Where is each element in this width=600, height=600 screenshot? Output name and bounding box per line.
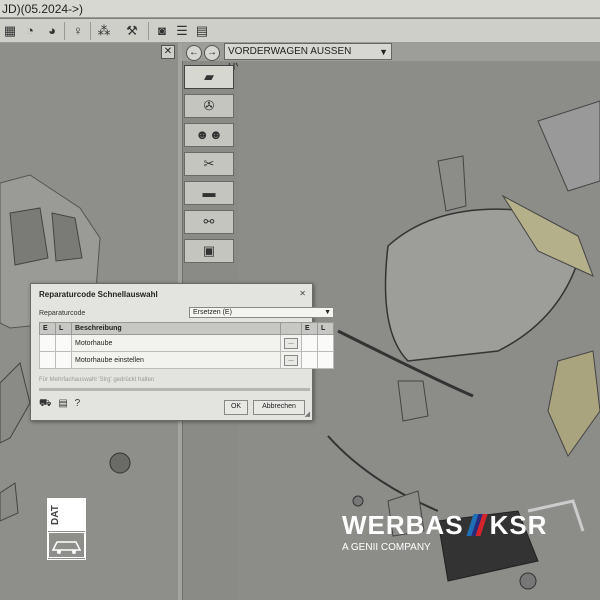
toolbar-separator (64, 22, 65, 40)
back-icon[interactable]: ← (186, 45, 202, 61)
grid-icon[interactable]: ⁂ (96, 23, 112, 39)
windshield-part (537, 100, 600, 192)
battery-icon: ▬ (202, 185, 216, 200)
repair-code-dialog: Reparaturcode Schnellauswahl ✕ Reparatur… (30, 283, 334, 421)
parts-icon[interactable]: ▦ (2, 23, 18, 39)
more-button[interactable]: ... (284, 337, 298, 349)
car-icon[interactable]: ⛟ (39, 398, 52, 409)
camera-icon[interactable]: ◙ (154, 23, 170, 39)
brand-subtitle: A GENII COMPANY (342, 542, 431, 553)
toolbar: ▦ ◔ ◕ ♀ ⁂ ⚒ ◙ ☰ ▤ (0, 19, 600, 43)
body-part-category-button[interactable]: ▰ (184, 65, 234, 89)
spray-gun-icon: ✇ (203, 98, 215, 113)
lamp-icon[interactable]: ♀ (70, 23, 86, 39)
close-icon[interactable]: ✕ (299, 289, 306, 298)
window-title-bar: JD)(05.2024->) (0, 0, 600, 18)
module-category-button[interactable]: ▣ (184, 239, 234, 263)
latch-part (397, 380, 429, 422)
column-e2: E (301, 322, 318, 335)
more-button[interactable]: ... (284, 354, 298, 366)
dialog-tools: ⛟ ▤ ? (39, 398, 80, 411)
gauge-icon[interactable]: ◔ (22, 23, 38, 39)
cable-part (327, 435, 439, 512)
row-description: Motorhaube einstellen (71, 351, 281, 369)
cables-icon: ⚯ (203, 214, 215, 229)
toolbar-separator (148, 22, 149, 40)
list-icon[interactable]: ☰ (174, 23, 190, 39)
tacho-icon[interactable]: ◕ (44, 23, 60, 39)
column-description: Beschreibung (71, 322, 281, 335)
row-checkbox-l2[interactable] (317, 334, 334, 352)
ok-button[interactable]: OK (224, 400, 248, 415)
body-part-icon: ▰ (204, 69, 214, 84)
category-toolbar: ▰ ✇ ☻☻ ✂ ▬ ⚯ ▣ (184, 65, 236, 268)
multi-select-hint: Für Mehrfachauswahl 'Strg' gedrückt halt… (39, 377, 155, 383)
window-title: JD)(05.2024->) (2, 2, 84, 16)
tools-category-button[interactable]: ✂ (184, 152, 234, 176)
repair-code-value: Ersetzen (E) (193, 309, 232, 316)
table-header: E L Beschreibung E L (39, 322, 334, 335)
dialog-scrollbar[interactable] (39, 388, 310, 391)
slash-icon (465, 514, 488, 536)
hinge-part (437, 155, 467, 212)
werbas-ksr-logo: WERBAS KSR A GENII COMPANY (342, 510, 547, 553)
close-panel-icon[interactable]: ✕ (161, 45, 175, 59)
table-row[interactable]: Motorhaube einstellen ... (39, 351, 334, 369)
section-dropdown[interactable]: VORDERWAGEN AUSSEN HYBRID ▼ (224, 43, 392, 73)
paint-category-button[interactable]: ✇ (184, 94, 234, 118)
tools-icon[interactable]: ⚒ (124, 23, 140, 39)
column-l2: L (317, 322, 334, 335)
view-header: ← → VORDERWAGEN AUSSEN HYBRID ▼ (182, 43, 600, 73)
dialog-title: Reparaturcode Schnellauswahl (39, 290, 158, 299)
fender-liner-part (547, 350, 600, 458)
dat-logo-text: DAT (50, 505, 61, 525)
dat-logo: DAT (47, 498, 86, 560)
row-checkbox-l[interactable] (55, 334, 72, 352)
repair-code-label: Reparaturcode (39, 310, 86, 317)
column-l: L (55, 322, 72, 335)
table-icon[interactable]: ▤ (194, 23, 210, 39)
battery-category-button[interactable]: ▬ (184, 181, 234, 205)
toolbar-separator (90, 22, 91, 40)
column-e: E (39, 322, 56, 335)
module-icon: ▣ (202, 243, 216, 258)
row-checkbox-e2[interactable] (301, 351, 318, 369)
car-icon (48, 532, 85, 558)
workers-icon: ☻☻ (195, 127, 223, 142)
document-icon[interactable]: ▤ (58, 398, 67, 409)
tools-icon: ✂ (203, 156, 215, 171)
resize-handle-icon[interactable]: ◢ (305, 410, 310, 418)
cancel-button[interactable]: Abbrechen (253, 400, 305, 415)
repair-code-select[interactable]: Ersetzen (E) ▼ (189, 307, 334, 318)
row-description: Motorhaube (71, 334, 281, 352)
chevron-down-icon: ▼ (379, 47, 388, 57)
column-more (280, 322, 302, 335)
brand-left: WERBAS (342, 510, 464, 540)
row-checkbox-e[interactable] (39, 351, 56, 369)
brand-right: KSR (489, 510, 548, 540)
repair-code-table: E L Beschreibung E L Motorhaube ... Moto… (39, 322, 334, 369)
table-row[interactable]: Motorhaube ... (39, 334, 334, 352)
row-checkbox-e[interactable] (39, 334, 56, 352)
forward-icon[interactable]: → (204, 45, 220, 61)
labor-category-button[interactable]: ☻☻ (184, 123, 234, 147)
cables-category-button[interactable]: ⚯ (184, 210, 234, 234)
help-icon[interactable]: ? (75, 398, 81, 409)
row-checkbox-l[interactable] (55, 351, 72, 369)
row-checkbox-e2[interactable] (301, 334, 318, 352)
chevron-down-icon: ▼ (324, 309, 331, 316)
row-checkbox-l2[interactable] (317, 351, 334, 369)
